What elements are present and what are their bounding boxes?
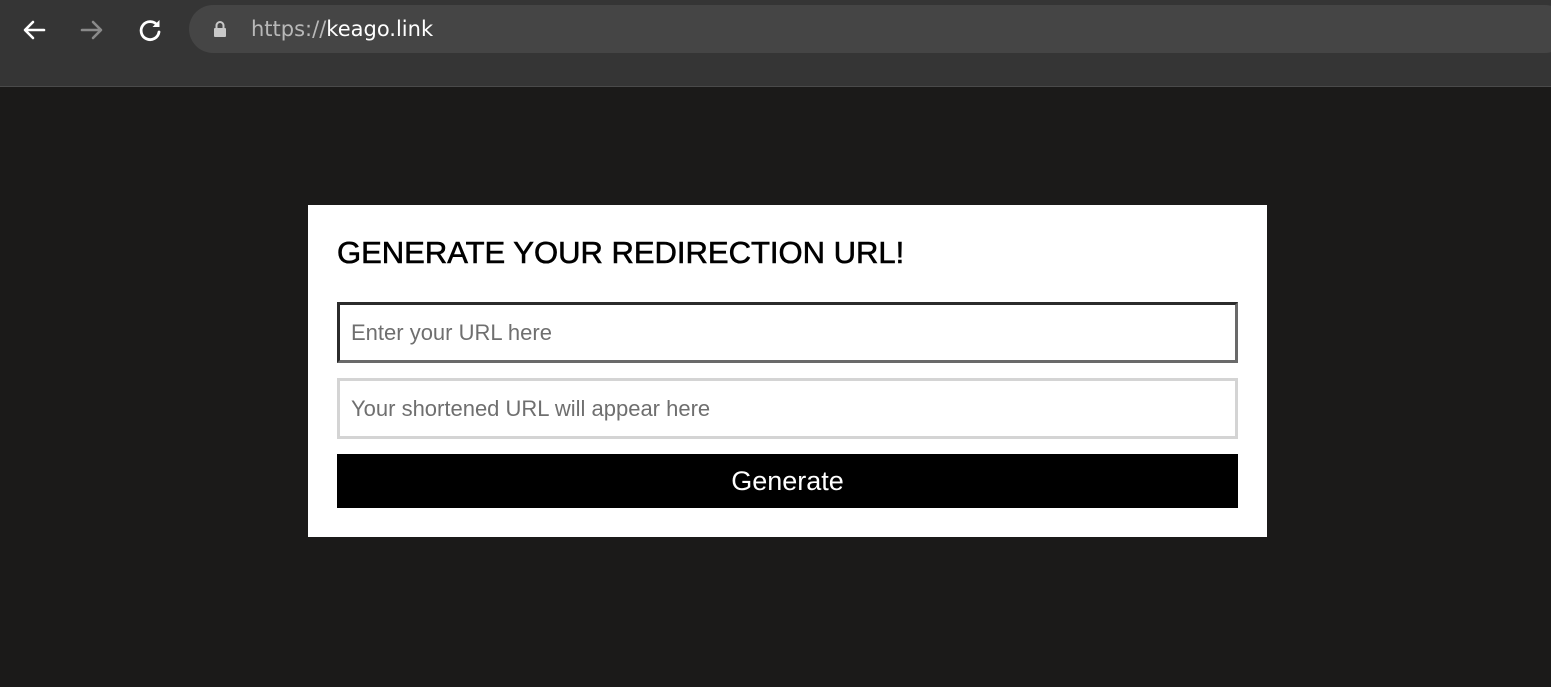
url-scheme: https://	[251, 17, 327, 41]
back-button[interactable]	[16, 12, 52, 48]
address-bar[interactable]: https://keago.link	[189, 5, 1551, 53]
address-url: https://keago.link	[251, 17, 433, 41]
form-title: GENERATE YOUR REDIRECTION URL!	[337, 235, 905, 271]
shortened-url-output[interactable]	[337, 378, 1238, 439]
generate-button[interactable]: Generate	[337, 454, 1238, 508]
lock-icon	[214, 21, 226, 37]
arrow-right-icon	[80, 20, 103, 40]
reload-icon	[139, 20, 161, 42]
browser-toolbar: https://keago.link	[0, 0, 1551, 87]
forward-button[interactable]	[74, 12, 110, 48]
arrow-left-icon	[23, 20, 46, 40]
url-host: keago.link	[326, 17, 434, 41]
redirect-form-card: GENERATE YOUR REDIRECTION URL! Generate	[308, 205, 1267, 537]
reload-button[interactable]	[132, 12, 168, 48]
url-input[interactable]	[337, 302, 1238, 363]
